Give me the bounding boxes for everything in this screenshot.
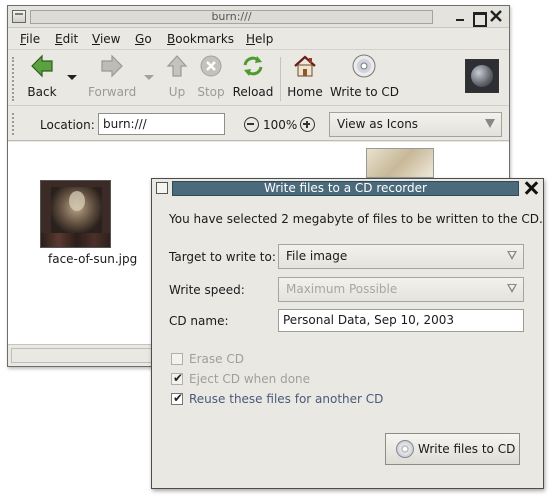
thumbnail-face-image [69,191,85,211]
file-thumbnail-partial[interactable] [366,148,434,178]
back-button[interactable]: Back [24,53,60,99]
main-toolbar: Back Forward Up Stop Reload Home Write t… [8,51,509,106]
window-title: burn:/// [30,10,433,24]
window-menu-icon[interactable] [12,10,26,23]
home-label: Home [287,85,323,99]
target-value: File image [286,249,348,263]
home-icon [292,53,318,81]
zoom-out-icon[interactable] [244,117,259,132]
up-arrow-icon [166,53,188,81]
forward-button[interactable]: Forward [88,53,136,99]
view-as-value: View as Icons [337,117,419,131]
stop-label: Stop [197,85,225,99]
up-label: Up [168,85,186,99]
checkmark-icon: ✔ [173,391,184,405]
erase-cd-label[interactable]: Erase CD [189,352,244,366]
stop-icon [199,53,223,81]
cd-icon [351,53,377,81]
eject-cd-label[interactable]: Eject CD when done [189,372,310,386]
menu-bookmarks-label: ookmarks [175,32,235,46]
chevron-down-icon [507,251,517,260]
speed-select[interactable]: Maximum Possible [278,277,524,302]
menu-help[interactable]: Help [246,32,273,46]
menu-bookmarks[interactable]: Bookmarks [167,32,234,46]
location-bar-grip[interactable] [12,113,16,135]
target-label: Target to write to: [169,250,276,264]
reload-button[interactable]: Reload [231,53,275,99]
menu-bar: File Edit View Go Bookmarks Help [8,29,509,50]
cd-name-label: CD name: [169,314,229,328]
reuse-files-checkbox[interactable]: ✔ [171,391,184,405]
minimize-icon[interactable] [453,10,467,24]
location-bar: Location: burn:/// 100% View as Icons [8,107,509,141]
zoom-in-icon[interactable] [300,117,315,132]
chevron-down-icon [507,284,517,293]
back-arrow-icon [30,53,54,81]
menu-file-label: ile [26,32,41,46]
location-input[interactable]: burn:/// [98,113,225,135]
forward-arrow-icon [100,53,124,81]
dialog-titlebar[interactable]: Write files to a CD recorder [152,179,543,198]
menu-go-mnemonic: G [135,32,145,46]
write-cd-dialog: Write files to a CD recorder You have se… [151,178,544,489]
cd-name-input[interactable]: Personal Data, Sep 10, 2003 [278,309,524,332]
menu-edit-mnemonic: E [55,32,63,46]
write-to-cd-label: Write to CD [330,85,399,99]
activity-throbber-icon [465,59,499,93]
back-history-dropdown-icon[interactable] [67,75,77,80]
reload-icon [240,53,266,81]
maximize-icon[interactable] [471,10,487,27]
erase-cd-checkbox[interactable] [171,353,183,365]
checkmark-icon: ✔ [173,371,184,385]
dialog-message: You have selected 2 megabyte of files to… [169,212,543,226]
dialog-menu-icon[interactable] [156,182,168,194]
up-button[interactable]: Up [165,53,189,99]
forward-history-dropdown-icon[interactable] [144,75,154,80]
menu-file[interactable]: File [20,32,40,46]
close-icon[interactable] [525,181,538,194]
menu-help-mnemonic: H [246,32,256,46]
menu-edit-label: dit [62,32,79,46]
menu-go[interactable]: Go [135,32,152,46]
window-titlebar[interactable]: burn:/// [8,6,509,28]
toolbar-grip[interactable] [12,57,16,101]
zoom-level[interactable]: 100% [263,118,297,132]
menu-help-label: elp [255,32,274,46]
write-files-label: Write files to CD [418,442,516,456]
eject-cd-checkbox[interactable]: ✔ [171,371,184,385]
menu-view-mnemonic: V [92,32,100,46]
target-select[interactable]: File image [278,244,524,269]
reload-label: Reload [232,85,274,99]
speed-label: Write speed: [169,283,245,297]
menu-bookmarks-mnemonic: B [167,32,176,46]
location-label: Location: [40,118,95,132]
menu-view-label: iew [99,32,121,46]
cd-icon [396,440,414,458]
menu-view[interactable]: View [92,32,120,46]
home-button[interactable]: Home [285,53,325,99]
dialog-title: Write files to a CD recorder [172,181,519,196]
status-field [11,348,171,363]
thumbnail-audience-image [41,233,110,247]
speed-value: Maximum Possible [286,282,398,296]
file-name-label[interactable]: face-of-sun.jpg [48,252,137,266]
menu-edit[interactable]: Edit [55,32,78,46]
reuse-files-label[interactable]: Reuse these files for another CD [189,392,383,406]
menu-go-label: o [144,32,152,46]
back-label: Back [27,85,57,99]
file-thumbnail-face-of-sun[interactable] [40,180,111,248]
forward-label: Forward [88,85,137,99]
close-icon[interactable] [489,10,503,24]
write-files-button[interactable]: Write files to CD [385,433,520,465]
stop-button[interactable]: Stop [197,53,225,99]
view-as-select[interactable]: View as Icons [329,112,502,137]
toolbar-separator [280,57,281,101]
chevron-down-icon [485,119,495,128]
write-to-cd-button[interactable]: Write to CD [330,53,399,99]
